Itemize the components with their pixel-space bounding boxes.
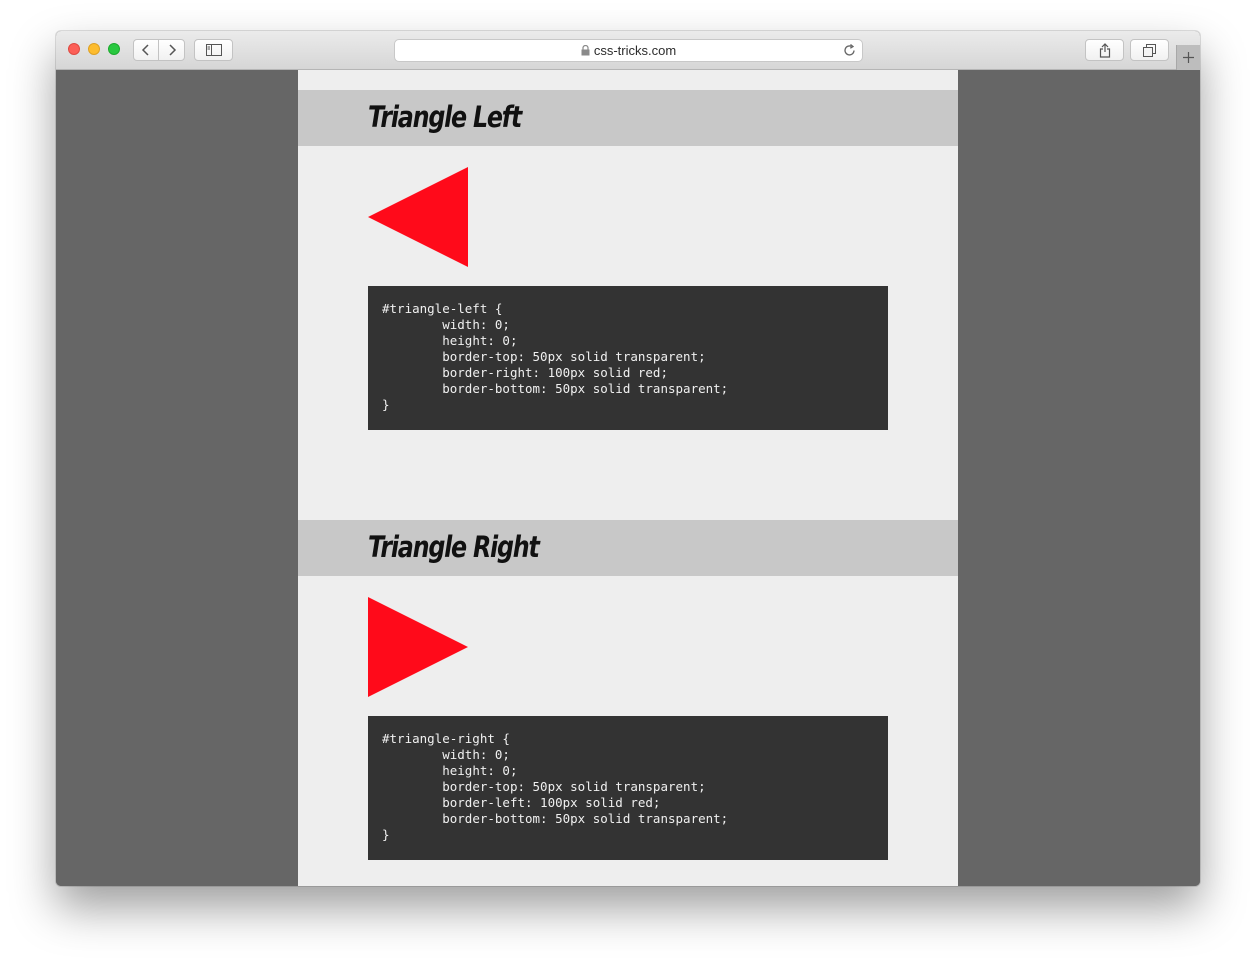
plus-icon bbox=[1183, 52, 1194, 63]
share-icon bbox=[1099, 42, 1110, 58]
forward-button[interactable] bbox=[158, 39, 185, 61]
back-button[interactable] bbox=[133, 39, 159, 61]
browser-window: css-tricks.com Triangle Left #triangle-l… bbox=[56, 31, 1200, 886]
minimize-window-button[interactable] bbox=[88, 43, 100, 55]
section-heading-band: Triangle Left bbox=[298, 90, 958, 146]
sidebar-icon bbox=[205, 44, 222, 56]
code-snippet: #triangle-right { width: 0; height: 0; b… bbox=[382, 731, 729, 842]
code-snippet: #triangle-left { width: 0; height: 0; bo… bbox=[382, 301, 729, 412]
section-title: Triangle Left bbox=[368, 100, 522, 134]
new-tab-button[interactable] bbox=[1176, 45, 1200, 70]
address-bar[interactable]: css-tricks.com bbox=[394, 39, 863, 62]
section-title: Triangle Right bbox=[368, 530, 540, 564]
url-text: css-tricks.com bbox=[593, 43, 677, 58]
tabs-overview-icon bbox=[1143, 43, 1156, 57]
chevron-left-icon bbox=[141, 44, 149, 56]
chevron-right-icon bbox=[168, 44, 176, 56]
page-content: Triangle Left #triangle-left { width: 0;… bbox=[298, 70, 958, 886]
close-window-button[interactable] bbox=[68, 43, 80, 55]
triangle-right-shape bbox=[368, 597, 468, 697]
lock-icon bbox=[581, 45, 590, 56]
code-block: #triangle-right { width: 0; height: 0; b… bbox=[368, 716, 888, 860]
code-block: #triangle-left { width: 0; height: 0; bo… bbox=[368, 286, 888, 430]
browser-toolbar: css-tricks.com bbox=[56, 31, 1200, 70]
reload-icon[interactable] bbox=[842, 43, 857, 58]
maximize-window-button[interactable] bbox=[108, 43, 120, 55]
sidebar-toggle-button[interactable] bbox=[194, 39, 233, 61]
triangle-left-shape bbox=[368, 167, 468, 267]
page-viewport: Triangle Left #triangle-left { width: 0;… bbox=[56, 70, 1200, 886]
tabs-overview-button[interactable] bbox=[1130, 39, 1169, 61]
section-heading-band: Triangle Right bbox=[298, 520, 958, 576]
share-button[interactable] bbox=[1085, 39, 1124, 61]
